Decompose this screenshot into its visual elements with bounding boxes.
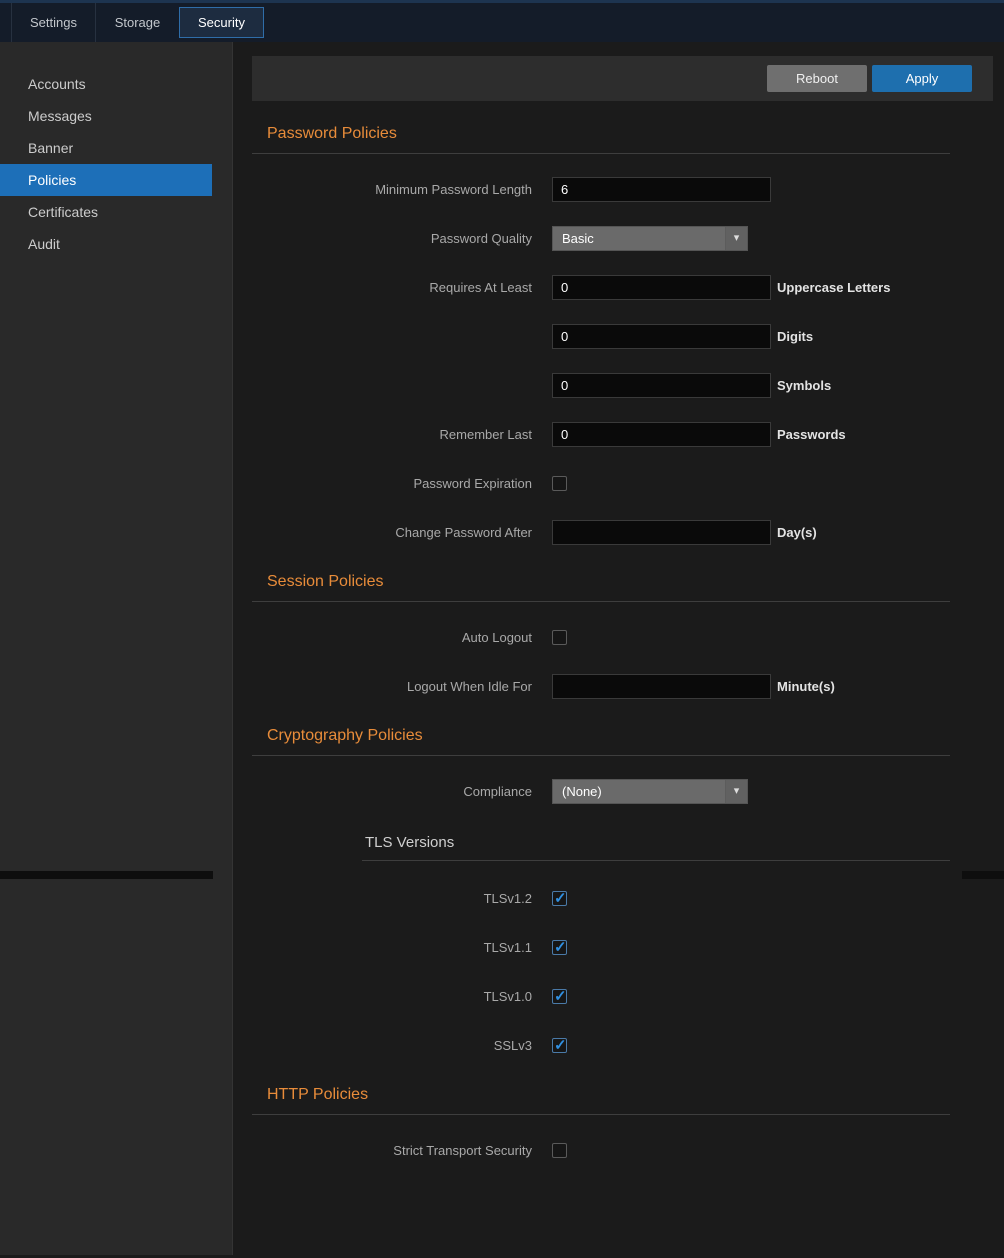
auto-logout-checkbox[interactable] bbox=[552, 630, 567, 645]
tab-security[interactable]: Security bbox=[179, 7, 264, 38]
chevron-down-icon: ▾ bbox=[725, 780, 747, 803]
section-title: HTTP Policies bbox=[267, 1086, 993, 1104]
password-expiration-checkbox[interactable] bbox=[552, 476, 567, 491]
sidebar-item-banner[interactable]: Banner bbox=[0, 132, 212, 164]
field-sslv3: SSLv3 bbox=[362, 1032, 993, 1058]
section-divider bbox=[252, 1114, 950, 1115]
logout-idle-input[interactable] bbox=[552, 674, 771, 699]
unit-label: Uppercase Letters bbox=[777, 280, 890, 295]
minimum-password-length-input[interactable] bbox=[552, 177, 771, 202]
subsection-title: TLS Versions bbox=[362, 834, 993, 851]
field-label: Remember Last bbox=[252, 427, 532, 442]
section-divider bbox=[252, 755, 950, 756]
sidebar-item-accounts[interactable]: Accounts bbox=[0, 68, 212, 100]
section-title: Cryptography Policies bbox=[267, 727, 993, 745]
strict-transport-security-checkbox[interactable] bbox=[552, 1143, 567, 1158]
field-password-expiration: Password Expiration bbox=[252, 470, 993, 496]
apply-button[interactable]: Apply bbox=[872, 65, 972, 92]
field-remember-last: Remember Last Passwords bbox=[252, 421, 993, 447]
section-title: Session Policies bbox=[267, 573, 993, 591]
section-http-policies: HTTP Policies Strict Transport Security bbox=[252, 1086, 993, 1163]
symbols-count-input[interactable] bbox=[552, 373, 771, 398]
digits-count-input[interactable] bbox=[552, 324, 771, 349]
section-session-policies: Session Policies Auto Logout Logout When… bbox=[252, 573, 993, 699]
field-minimum-password-length: Minimum Password Length bbox=[252, 176, 993, 202]
field-label: TLSv1.0 bbox=[362, 989, 532, 1004]
unit-label: Symbols bbox=[777, 378, 831, 393]
selected-option: Basic bbox=[553, 231, 725, 246]
top-navigation-bar: Settings Storage Security bbox=[0, 0, 1004, 42]
field-label: Compliance bbox=[252, 784, 532, 799]
sidebar-item-messages[interactable]: Messages bbox=[0, 100, 212, 132]
field-label: Strict Transport Security bbox=[252, 1143, 532, 1158]
field-label: Change Password After bbox=[252, 525, 532, 540]
password-quality-select[interactable]: Basic ▾ bbox=[552, 226, 748, 251]
field-requires-uppercase: Requires At Least Uppercase Letters bbox=[252, 274, 993, 300]
main-content: Reboot Apply Password Policies Minimum P… bbox=[233, 42, 1004, 1255]
uppercase-count-input[interactable] bbox=[552, 275, 771, 300]
field-label: Auto Logout bbox=[252, 630, 532, 645]
subsection-divider bbox=[362, 860, 950, 861]
security-settings-page: Settings Storage Security Accounts Messa… bbox=[0, 0, 1004, 1258]
field-label: Logout When Idle For bbox=[252, 679, 532, 694]
field-label: TLSv1.2 bbox=[362, 891, 532, 906]
section-divider bbox=[252, 601, 950, 602]
sslv3-checkbox[interactable] bbox=[552, 1038, 567, 1053]
sidebar-item-certificates[interactable]: Certificates bbox=[0, 196, 212, 228]
horizontal-scrollbar-right[interactable] bbox=[962, 871, 1004, 879]
field-label: SSLv3 bbox=[362, 1038, 532, 1053]
reboot-button[interactable]: Reboot bbox=[767, 65, 867, 92]
unit-label: Passwords bbox=[777, 427, 846, 442]
change-password-after-input[interactable] bbox=[552, 520, 771, 545]
field-label: TLSv1.1 bbox=[362, 940, 532, 955]
field-label: Password Expiration bbox=[252, 476, 532, 491]
field-compliance: Compliance (None) ▾ bbox=[252, 778, 993, 804]
action-toolbar: Reboot Apply bbox=[252, 56, 993, 101]
unit-label: Digits bbox=[777, 329, 813, 344]
selected-option: (None) bbox=[553, 784, 725, 799]
subsection-tls-versions: TLS Versions TLSv1.2 TLSv1.1 bbox=[362, 834, 993, 1058]
compliance-select[interactable]: (None) ▾ bbox=[552, 779, 748, 804]
field-auto-logout: Auto Logout bbox=[252, 624, 993, 650]
field-label: Minimum Password Length bbox=[252, 182, 532, 197]
horizontal-scrollbar-left[interactable] bbox=[0, 871, 213, 879]
field-tlsv12: TLSv1.2 bbox=[362, 885, 993, 911]
chevron-down-icon: ▾ bbox=[725, 227, 747, 250]
field-label: Password Quality bbox=[252, 231, 532, 246]
tab-storage[interactable]: Storage bbox=[95, 3, 179, 42]
section-password-policies: Password Policies Minimum Password Lengt… bbox=[252, 125, 993, 545]
field-requires-symbols: Symbols bbox=[252, 372, 993, 398]
sidebar-item-audit[interactable]: Audit bbox=[0, 228, 212, 260]
field-tlsv11: TLSv1.1 bbox=[362, 934, 993, 960]
unit-label: Day(s) bbox=[777, 525, 817, 540]
sidebar-item-policies[interactable]: Policies bbox=[0, 164, 212, 196]
field-logout-when-idle: Logout When Idle For Minute(s) bbox=[252, 673, 993, 699]
section-title: Password Policies bbox=[267, 125, 993, 143]
unit-label: Minute(s) bbox=[777, 679, 835, 694]
field-change-password-after: Change Password After Day(s) bbox=[252, 519, 993, 545]
field-label: Requires At Least bbox=[252, 280, 532, 295]
remember-last-input[interactable] bbox=[552, 422, 771, 447]
field-tlsv10: TLSv1.0 bbox=[362, 983, 993, 1009]
section-divider bbox=[252, 153, 950, 154]
tab-settings[interactable]: Settings bbox=[11, 3, 95, 42]
tlsv1-2-checkbox[interactable] bbox=[552, 891, 567, 906]
section-cryptography-policies: Cryptography Policies Compliance (None) … bbox=[252, 727, 993, 1058]
tlsv1-1-checkbox[interactable] bbox=[552, 940, 567, 955]
field-requires-digits: Digits bbox=[252, 323, 993, 349]
field-password-quality: Password Quality Basic ▾ bbox=[252, 225, 993, 251]
tlsv1-0-checkbox[interactable] bbox=[552, 989, 567, 1004]
sidebar: Accounts Messages Banner Policies Certif… bbox=[0, 42, 233, 1255]
field-strict-transport-security: Strict Transport Security bbox=[252, 1137, 993, 1163]
